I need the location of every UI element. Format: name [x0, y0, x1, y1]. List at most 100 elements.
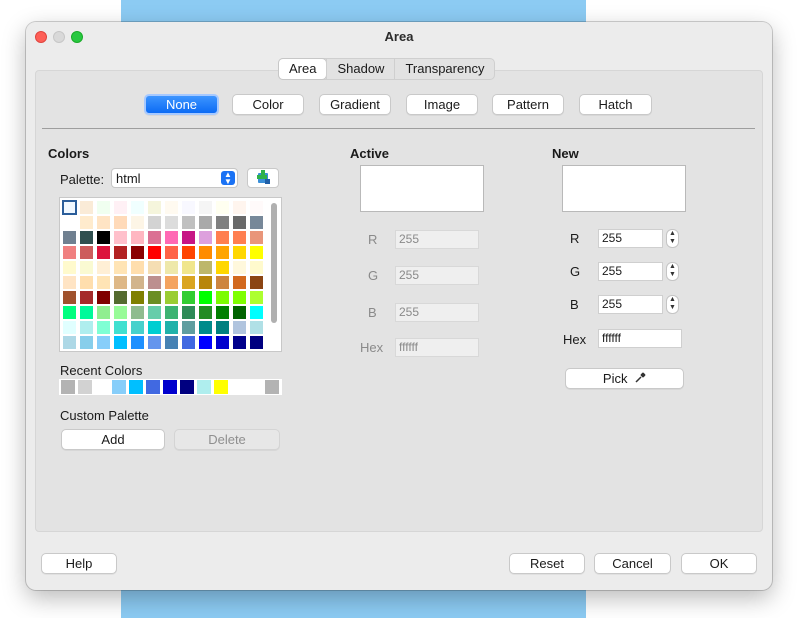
- new-g-stepper[interactable]: ▲ ▼: [666, 262, 679, 281]
- color-swatch[interactable]: [216, 306, 229, 319]
- recent-color-swatch[interactable]: [248, 380, 262, 394]
- color-swatch[interactable]: [131, 336, 144, 349]
- color-swatch[interactable]: [250, 216, 263, 229]
- color-swatch[interactable]: [233, 216, 246, 229]
- color-swatch[interactable]: [250, 246, 263, 259]
- color-swatch[interactable]: [199, 216, 212, 229]
- tab-shadow[interactable]: Shadow: [326, 59, 394, 79]
- color-swatch[interactable]: [80, 276, 93, 289]
- color-swatch[interactable]: [131, 321, 144, 334]
- color-swatch[interactable]: [165, 261, 178, 274]
- color-swatch[interactable]: [131, 306, 144, 319]
- color-swatch[interactable]: [97, 276, 110, 289]
- color-swatch[interactable]: [199, 261, 212, 274]
- recent-color-swatch[interactable]: [180, 380, 194, 394]
- color-swatch[interactable]: [114, 321, 127, 334]
- color-swatch[interactable]: [182, 216, 195, 229]
- color-swatch[interactable]: [63, 246, 76, 259]
- fill-image-button[interactable]: Image: [406, 94, 478, 115]
- color-swatch[interactable]: [148, 306, 161, 319]
- color-swatch[interactable]: [131, 246, 144, 259]
- color-swatch[interactable]: [148, 231, 161, 244]
- recent-color-swatch[interactable]: [129, 380, 143, 394]
- color-swatch[interactable]: [148, 246, 161, 259]
- color-swatch[interactable]: [199, 276, 212, 289]
- color-swatch[interactable]: [250, 306, 263, 319]
- color-swatch[interactable]: [233, 246, 246, 259]
- color-swatch[interactable]: [63, 306, 76, 319]
- color-swatch[interactable]: [199, 246, 212, 259]
- color-swatch[interactable]: [165, 276, 178, 289]
- color-swatch[interactable]: [250, 291, 263, 304]
- color-swatch[interactable]: [131, 261, 144, 274]
- color-swatch[interactable]: [63, 291, 76, 304]
- color-swatch[interactable]: [80, 201, 93, 214]
- color-swatch[interactable]: [114, 201, 127, 214]
- color-swatch[interactable]: [97, 291, 110, 304]
- color-swatch[interactable]: [216, 246, 229, 259]
- color-swatch[interactable]: [114, 231, 127, 244]
- cancel-button[interactable]: Cancel: [594, 553, 671, 574]
- recent-color-swatch[interactable]: [214, 380, 228, 394]
- color-swatch[interactable]: [233, 261, 246, 274]
- color-swatch[interactable]: [148, 201, 161, 214]
- color-swatch[interactable]: [216, 291, 229, 304]
- recent-color-swatch[interactable]: [78, 380, 92, 394]
- color-swatch[interactable]: [165, 306, 178, 319]
- color-swatch[interactable]: [97, 336, 110, 349]
- color-swatch[interactable]: [97, 231, 110, 244]
- color-swatch[interactable]: [182, 261, 195, 274]
- color-swatch[interactable]: [148, 321, 161, 334]
- color-swatch[interactable]: [250, 231, 263, 244]
- new-b-stepper[interactable]: ▲ ▼: [666, 295, 679, 314]
- color-swatch[interactable]: [131, 276, 144, 289]
- color-swatch[interactable]: [216, 276, 229, 289]
- color-swatch[interactable]: [80, 216, 93, 229]
- color-swatch[interactable]: [233, 231, 246, 244]
- color-swatch[interactable]: [62, 200, 77, 215]
- color-swatch[interactable]: [233, 336, 246, 349]
- delete-button[interactable]: Delete: [174, 429, 280, 450]
- color-swatch[interactable]: [165, 216, 178, 229]
- fill-pattern-button[interactable]: Pattern: [492, 94, 564, 115]
- color-swatch[interactable]: [97, 201, 110, 214]
- color-swatch[interactable]: [97, 321, 110, 334]
- fill-color-button[interactable]: Color: [232, 94, 304, 115]
- fill-none-button[interactable]: None: [144, 94, 219, 115]
- color-swatch[interactable]: [216, 321, 229, 334]
- color-swatch[interactable]: [182, 306, 195, 319]
- color-swatch[interactable]: [250, 201, 263, 214]
- recent-color-swatch[interactable]: [197, 380, 211, 394]
- color-swatch[interactable]: [182, 246, 195, 259]
- color-swatch[interactable]: [233, 321, 246, 334]
- color-swatch[interactable]: [165, 246, 178, 259]
- color-swatch[interactable]: [97, 216, 110, 229]
- color-swatch[interactable]: [63, 336, 76, 349]
- color-swatch[interactable]: [233, 291, 246, 304]
- color-swatch[interactable]: [80, 321, 93, 334]
- color-swatch[interactable]: [80, 306, 93, 319]
- color-swatch[interactable]: [216, 261, 229, 274]
- reset-button[interactable]: Reset: [509, 553, 585, 574]
- fill-gradient-button[interactable]: Gradient: [319, 94, 391, 115]
- color-swatch[interactable]: [182, 276, 195, 289]
- color-swatch[interactable]: [97, 261, 110, 274]
- fill-hatch-button[interactable]: Hatch: [579, 94, 652, 115]
- new-b-field[interactable]: 255: [598, 295, 663, 314]
- color-swatch[interactable]: [63, 321, 76, 334]
- color-swatch[interactable]: [216, 201, 229, 214]
- color-swatch[interactable]: [97, 246, 110, 259]
- swatch-scrollbar[interactable]: [269, 201, 279, 349]
- color-swatch[interactable]: [233, 201, 246, 214]
- recent-color-swatch[interactable]: [163, 380, 177, 394]
- color-swatch[interactable]: [216, 336, 229, 349]
- color-swatch[interactable]: [63, 231, 76, 244]
- color-swatch[interactable]: [182, 336, 195, 349]
- color-swatch[interactable]: [80, 291, 93, 304]
- color-swatch[interactable]: [165, 291, 178, 304]
- recent-color-swatch[interactable]: [95, 380, 109, 394]
- color-swatch[interactable]: [131, 291, 144, 304]
- color-swatch[interactable]: [182, 201, 195, 214]
- color-swatch[interactable]: [114, 246, 127, 259]
- color-swatch[interactable]: [199, 291, 212, 304]
